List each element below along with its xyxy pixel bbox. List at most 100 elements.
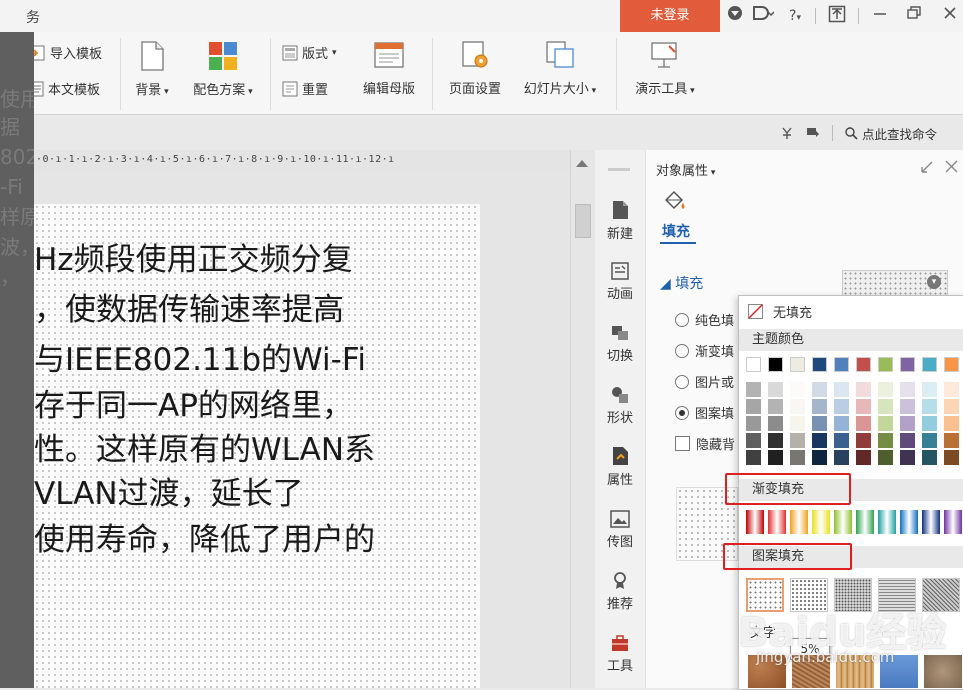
- color-swatch[interactable]: [812, 399, 827, 414]
- gradient-swatch[interactable]: [922, 510, 940, 534]
- color-swatch[interactable]: [856, 357, 871, 372]
- color-swatch[interactable]: [856, 433, 871, 448]
- scrollbar-thumb[interactable]: [575, 204, 591, 238]
- restore-icon[interactable]: [904, 5, 924, 27]
- picture-fill-radio[interactable]: 图片或: [675, 372, 734, 391]
- gradient-swatch[interactable]: [834, 510, 852, 534]
- close-icon[interactable]: [940, 5, 960, 27]
- color-swatch[interactable]: [922, 357, 937, 372]
- rail-item-upload-image[interactable]: 传图: [595, 510, 645, 550]
- color-swatch[interactable]: [768, 399, 783, 414]
- flag-icon[interactable]: [806, 126, 820, 140]
- panel-dock-icon[interactable]: [920, 160, 934, 178]
- color-swatch[interactable]: [944, 450, 959, 465]
- pin-icon[interactable]: [780, 126, 794, 140]
- presentation-tools-button[interactable]: 演示工具 ▾: [624, 40, 706, 97]
- color-swatch[interactable]: [834, 357, 849, 372]
- color-swatch[interactable]: [900, 382, 915, 397]
- color-swatch[interactable]: [834, 416, 849, 431]
- color-swatch[interactable]: [900, 450, 915, 465]
- reset-button[interactable]: 重置: [282, 79, 328, 98]
- color-swatch[interactable]: [922, 399, 937, 414]
- page-setup-button[interactable]: 页面设置: [440, 40, 510, 97]
- color-swatch[interactable]: [812, 416, 827, 431]
- slide-text-line[interactable]: 与IEEE802.11b的Wi-Fi: [34, 340, 366, 380]
- color-swatch[interactable]: [768, 416, 783, 431]
- color-swatch[interactable]: [812, 382, 827, 397]
- slide-text-line[interactable]: VLAN过渡，延长了: [34, 474, 304, 514]
- color-swatch[interactable]: [944, 382, 959, 397]
- color-swatch[interactable]: [790, 416, 805, 431]
- slide-size-button[interactable]: 幻灯片大小 ▾: [514, 40, 606, 97]
- slide-text-line[interactable]: Hz频段使用正交频分复: [34, 240, 353, 280]
- color-swatch[interactable]: [856, 382, 871, 397]
- rail-item-transition[interactable]: 切换: [595, 324, 645, 364]
- color-swatch[interactable]: [944, 433, 959, 448]
- color-swatch[interactable]: [746, 433, 761, 448]
- slide[interactable]: Hz频段使用正交频分复 ，使数据传输速率提高 与IEEE802.11b的Wi-F…: [34, 204, 480, 688]
- color-swatch[interactable]: [922, 433, 937, 448]
- color-swatch[interactable]: [746, 450, 761, 465]
- share-icon[interactable]: [750, 5, 776, 27]
- upload-icon[interactable]: [826, 5, 848, 27]
- color-swatch[interactable]: [878, 450, 893, 465]
- gradient-fill-radio[interactable]: 渐变填: [675, 341, 734, 360]
- color-swatch[interactable]: [768, 382, 783, 397]
- color-swatch[interactable]: [878, 416, 893, 431]
- color-swatch[interactable]: [746, 382, 761, 397]
- slide-text-line[interactable]: 存于同一AP的网络里，: [34, 386, 353, 426]
- color-swatch[interactable]: [878, 357, 893, 372]
- color-swatch[interactable]: [834, 399, 849, 414]
- color-swatch[interactable]: [922, 450, 937, 465]
- color-swatch[interactable]: [900, 433, 915, 448]
- login-button[interactable]: 未登录: [620, 0, 720, 32]
- rail-item-new[interactable]: 新建: [595, 200, 645, 242]
- color-swatch[interactable]: [746, 399, 761, 414]
- slide-text-line[interactable]: 使用寿命，降低了用户的: [34, 520, 375, 560]
- gradient-swatch[interactable]: [812, 510, 830, 534]
- color-swatch[interactable]: [856, 416, 871, 431]
- color-swatch[interactable]: [812, 357, 827, 372]
- color-swatch[interactable]: [944, 399, 959, 414]
- help-button[interactable]: ?▾: [782, 5, 808, 27]
- color-swatch[interactable]: [856, 450, 871, 465]
- rail-item-toolbox[interactable]: 工具: [595, 634, 645, 674]
- color-swatch[interactable]: [790, 433, 805, 448]
- color-swatch[interactable]: [922, 382, 937, 397]
- skin-icon[interactable]: [724, 5, 746, 27]
- rail-item-property[interactable]: 属性: [595, 446, 645, 488]
- color-swatch[interactable]: [834, 450, 849, 465]
- color-swatch[interactable]: [746, 357, 761, 372]
- texture-swatch[interactable]: [924, 655, 962, 688]
- gradient-swatch[interactable]: [746, 510, 764, 534]
- color-swatch[interactable]: [878, 382, 893, 397]
- color-swatch[interactable]: [746, 416, 761, 431]
- edit-master-button[interactable]: 编辑母版: [354, 40, 424, 97]
- color-swatch[interactable]: [834, 382, 849, 397]
- text-template-button[interactable]: 本文模板: [30, 79, 100, 98]
- layout-button[interactable]: 版式 ▾: [282, 43, 337, 62]
- color-swatch[interactable]: [878, 433, 893, 448]
- color-swatch[interactable]: [900, 357, 915, 372]
- no-fill-option[interactable]: 无填充: [748, 302, 812, 321]
- color-swatch[interactable]: [768, 450, 783, 465]
- gradient-swatch[interactable]: [768, 510, 786, 534]
- gradient-swatch[interactable]: [900, 510, 918, 534]
- color-swatch[interactable]: [944, 357, 959, 372]
- color-swatch[interactable]: [812, 450, 827, 465]
- color-swatch[interactable]: [790, 399, 805, 414]
- gradient-swatch[interactable]: [878, 510, 896, 534]
- pattern-fill-radio[interactable]: 图案填: [675, 403, 734, 422]
- color-swatch[interactable]: [922, 416, 937, 431]
- color-swatch[interactable]: [944, 416, 959, 431]
- color-swatch[interactable]: [900, 399, 915, 414]
- color-swatch[interactable]: [790, 450, 805, 465]
- color-swatch[interactable]: [878, 399, 893, 414]
- tab-fill[interactable]: 填充: [662, 221, 690, 241]
- import-template-button[interactable]: 导入模板: [30, 43, 102, 62]
- color-swatch[interactable]: [856, 399, 871, 414]
- gradient-swatch[interactable]: [856, 510, 874, 534]
- search-input[interactable]: 点此查找命令: [845, 124, 937, 143]
- fill-preview-dropdown[interactable]: ▾: [842, 270, 948, 296]
- scroll-up-arrow-icon[interactable]: [576, 160, 588, 167]
